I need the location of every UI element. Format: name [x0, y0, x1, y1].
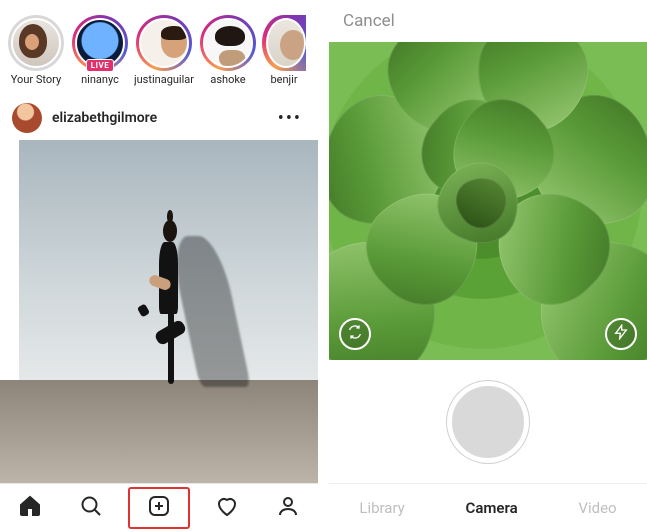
profile-icon [276, 494, 300, 522]
author-username[interactable]: elizabethgilmore [52, 110, 264, 126]
search-icon [79, 494, 103, 522]
nav-home[interactable] [7, 491, 53, 525]
camera-mode-tabs: Library Camera Video [329, 483, 647, 532]
story-benjir[interactable]: benjir [260, 15, 308, 86]
flash-button[interactable] [605, 318, 637, 350]
story-ashoke[interactable]: ashoke [196, 15, 260, 86]
story-label: ashoke [210, 73, 245, 86]
shutter-area [329, 360, 647, 483]
story-label: ninanyc [81, 73, 119, 86]
story-label: benjir [270, 73, 297, 86]
heart-icon [215, 494, 239, 522]
home-icon [18, 494, 42, 522]
nav-profile[interactable] [265, 491, 311, 525]
flash-icon [613, 324, 629, 344]
nav-create[interactable] [128, 487, 190, 529]
nav-activity[interactable] [204, 491, 250, 525]
post-header: elizabethgilmore ••• [0, 96, 318, 140]
create-icon [147, 494, 171, 522]
post-image[interactable] [0, 140, 318, 483]
bottom-nav [0, 483, 318, 532]
story-label: justinaguilar [134, 73, 194, 86]
live-badge: LIVE [86, 59, 114, 72]
story-your-story[interactable]: Your Story [4, 15, 68, 86]
story-justinaguilar[interactable]: justinaguilar [132, 15, 196, 86]
story-label: Your Story [11, 73, 61, 86]
camera-viewfinder[interactable] [329, 42, 647, 360]
tab-video[interactable]: Video [570, 495, 624, 521]
switch-camera-icon [347, 324, 363, 344]
switch-camera-button[interactable] [339, 318, 371, 350]
story-ninanyc[interactable]: LIVE ninanyc [68, 15, 132, 86]
tab-library[interactable]: Library [351, 495, 412, 521]
camera-pane: Cancel Library [329, 0, 647, 532]
shutter-button[interactable] [447, 381, 529, 463]
tab-camera[interactable]: Camera [458, 495, 526, 521]
author-avatar[interactable] [12, 103, 42, 133]
nav-search[interactable] [68, 491, 114, 525]
post-more-button[interactable]: ••• [274, 104, 306, 133]
stories-tray[interactable]: Your Story LIVE ninanyc justinaguilar as… [0, 0, 318, 96]
cancel-button[interactable]: Cancel [343, 11, 395, 31]
camera-header: Cancel [329, 0, 647, 42]
feed-pane: Your Story LIVE ninanyc justinaguilar as… [0, 0, 318, 532]
